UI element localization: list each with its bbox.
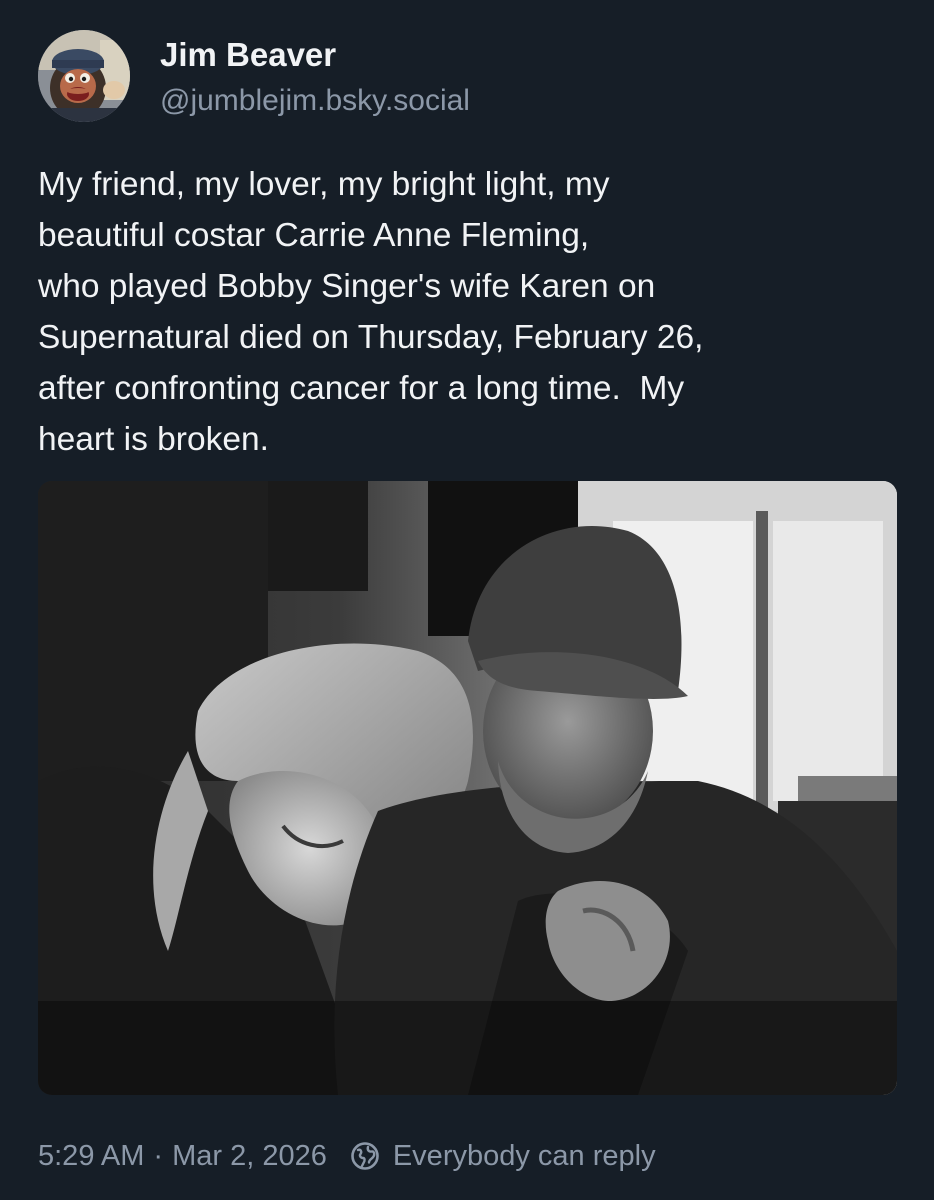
post-thread-item: Jim Beaver @jumblejim.bsky.social My fri… — [0, 0, 934, 1200]
reply-setting-button[interactable]: Everybody can reply — [349, 1140, 656, 1173]
globe-icon — [349, 1140, 381, 1172]
post-text: My friend, my lover, my bright light, my… — [38, 166, 704, 458]
author-handle[interactable]: @jumblejim.bsky.social — [160, 84, 470, 118]
reply-setting-label[interactable]: Everybody can reply — [393, 1140, 656, 1173]
post-photo — [38, 481, 897, 1095]
author-avatar[interactable] — [38, 30, 130, 122]
puppet-avatar-icon — [38, 30, 130, 122]
post-date: Mar 2, 2026 — [172, 1139, 327, 1172]
post-meta: 5:29 AM · Mar 2, 2026 Everybody can repl… — [38, 1136, 656, 1176]
author-display-name[interactable]: Jim Beaver — [160, 36, 336, 74]
meta-separator: · — [153, 1139, 164, 1172]
post-image[interactable] — [38, 481, 897, 1095]
post-time: 5:29 AM — [38, 1139, 145, 1172]
